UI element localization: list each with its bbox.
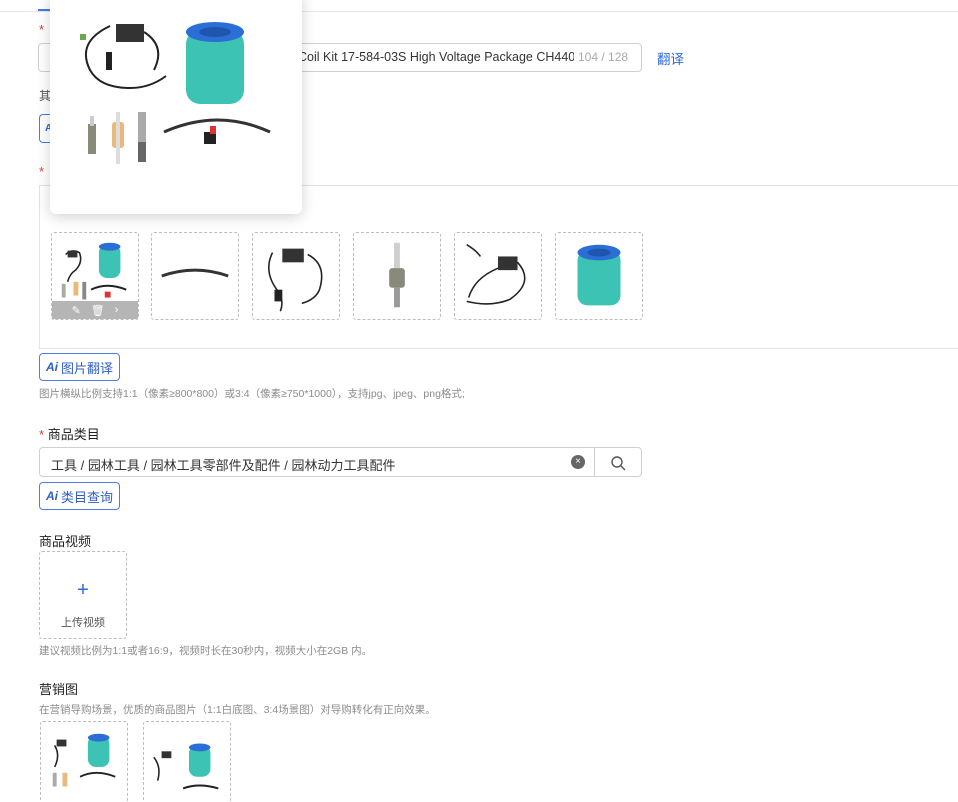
category-label-row: * 商品类目 — [39, 424, 100, 443]
chevron-right-icon[interactable]: › — [115, 304, 119, 316]
category-query-button[interactable]: Ai 类目查询 — [39, 482, 121, 510]
upload-video-button[interactable]: + 上传视频 — [39, 551, 127, 639]
required-mark: * — [39, 164, 45, 179]
kit-image — [153, 743, 219, 790]
image-preview-popup — [50, 0, 302, 214]
search-icon — [611, 456, 626, 471]
air-filter-image — [577, 244, 621, 306]
upload-video-label: 上传视频 — [61, 617, 105, 629]
category-label: 商品类目 — [47, 427, 100, 442]
title-char-counter: 104 / 128 — [578, 50, 629, 64]
video-label: 商品视频 — [39, 534, 92, 549]
marketing-image-1[interactable] — [40, 721, 128, 802]
ai-icon: Ai — [46, 360, 58, 374]
marketing-hint: 在营销导购场景，优质的商品图片（1:1白底图、3:4场景图）对导购转化有正向效果… — [39, 704, 436, 716]
clear-icon[interactable]: × — [571, 455, 585, 469]
thumbnail-fuel-filter[interactable] — [353, 232, 441, 320]
thumbnail-ignition-coil[interactable] — [252, 232, 340, 320]
ignition-coil-2-image — [466, 244, 526, 305]
image-requirements-hint: 图片横纵比例支持1:1（像素≥800*800）或3:4（像素≥750*1000）… — [39, 388, 465, 400]
fuel-line-image — [161, 268, 229, 278]
thumbnail-action-bar: ✎ 🗑 › — [52, 301, 138, 319]
delete-icon[interactable]: 🗑 — [91, 304, 105, 317]
category-value[interactable]: 工具 / 园林工具 / 园林工具零部件及配件 / 园林动力工具配件 — [51, 455, 396, 474]
thumbnail-kit-main[interactable]: ✎ 🗑 › — [51, 232, 139, 320]
plus-icon: + — [77, 579, 89, 601]
marketing-image-2[interactable] — [143, 721, 231, 802]
marketing-label: 营销图 — [39, 682, 79, 697]
required-mark: * — [39, 427, 45, 442]
ai-icon: Ai — [46, 489, 58, 503]
video-hint: 建议视频比例为1:1或者16:9，视频时长在30秒内，视频大小在2GB 内。 — [39, 645, 373, 657]
kit-image — [52, 733, 116, 787]
image-translate-label: 图片翻译 — [61, 360, 114, 376]
kit-preview-image — [80, 22, 271, 164]
fuel-filter-image — [389, 242, 405, 308]
category-query-label: 类目查询 — [61, 489, 114, 505]
title-translate-link[interactable]: 翻译 — [657, 48, 684, 68]
required-mark: * — [39, 22, 45, 37]
thumbnail-ignition-coil-2[interactable] — [454, 232, 542, 320]
product-title-value[interactable]: Coil Kit 17-584-03S High Voltage Package… — [298, 50, 574, 64]
image-translate-button[interactable]: Ai 图片翻译 — [39, 353, 121, 381]
thumbnail-air-filter[interactable] — [555, 232, 643, 320]
thumbnail-fuel-line[interactable] — [151, 232, 239, 320]
ignition-coil-image — [268, 248, 323, 312]
edit-icon[interactable]: ✎ — [72, 304, 81, 317]
category-search-button[interactable] — [594, 447, 642, 477]
